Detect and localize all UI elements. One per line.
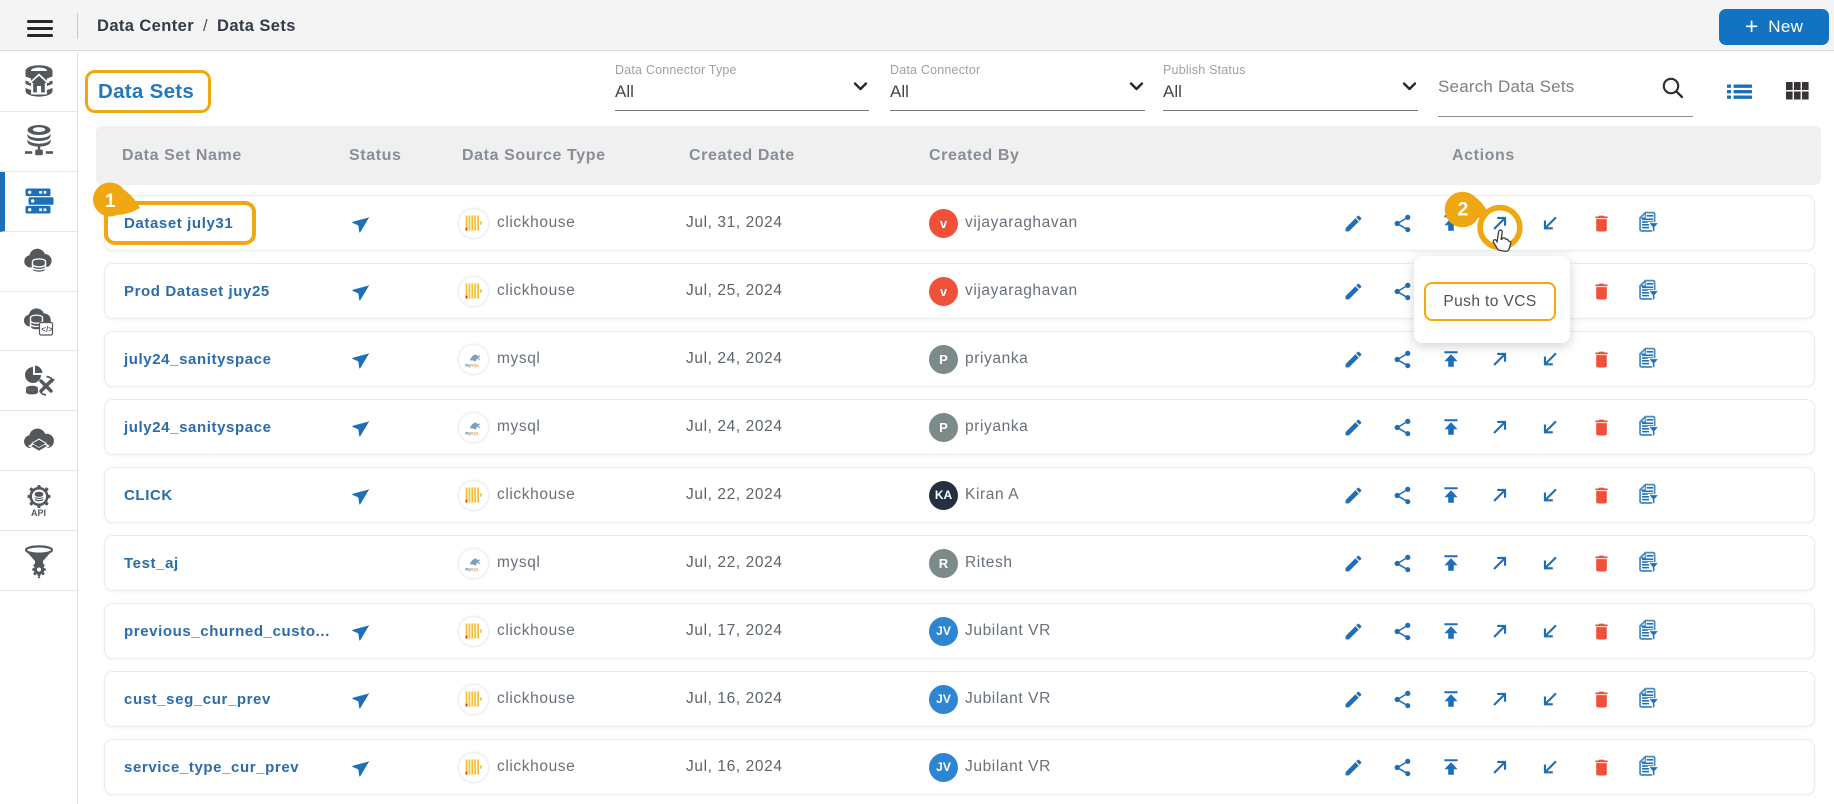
svg-text:SQL: SQL	[471, 431, 480, 436]
svg-text:1: 1	[105, 191, 116, 212]
svg-text:SQL: SQL	[471, 363, 480, 368]
svg-text:API: API	[31, 508, 46, 518]
svg-text:2: 2	[1458, 199, 1469, 221]
svg-text:SQL: SQL	[471, 567, 480, 572]
svg-text:</>: </>	[41, 325, 53, 334]
